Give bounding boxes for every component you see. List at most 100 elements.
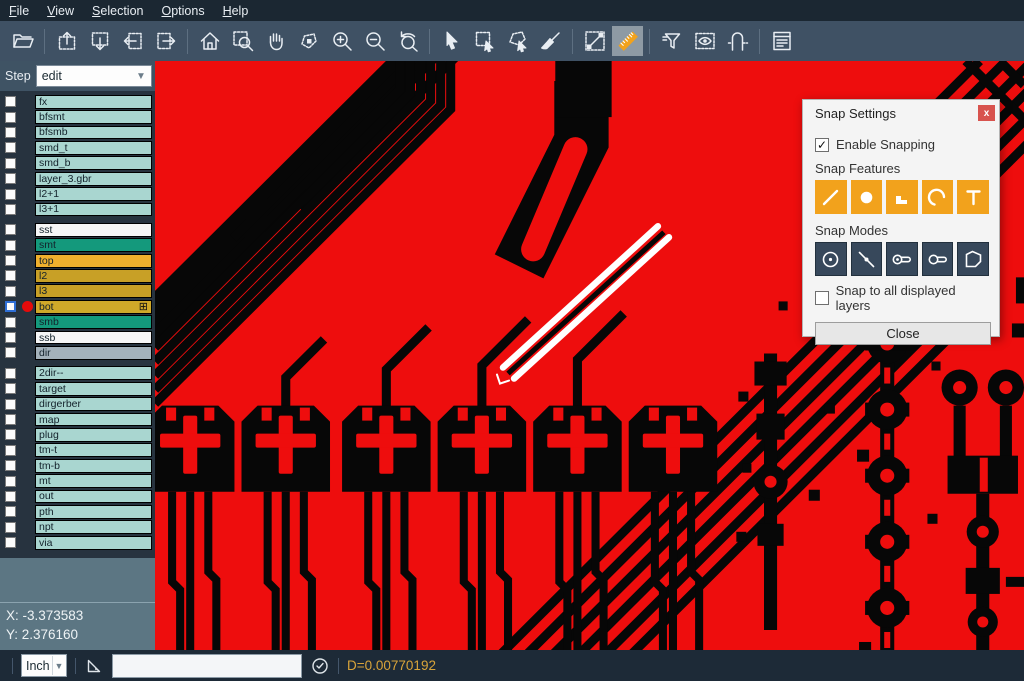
measure-ruler-button[interactable] (612, 26, 643, 56)
layer-name-bar[interactable]: mt (35, 474, 152, 488)
layer-name-bar[interactable]: smd_t (35, 141, 152, 155)
layer-visibility-checkbox[interactable] (5, 286, 16, 297)
step-select[interactable]: edit ▼ (36, 65, 152, 87)
snap-line-button[interactable] (815, 180, 847, 214)
menu-item-options[interactable]: Options (152, 2, 213, 20)
snap-surface-button[interactable] (886, 180, 918, 214)
select-polygon-button[interactable] (502, 26, 533, 56)
filter-funnel-button[interactable] (656, 26, 687, 56)
layer-name-bar[interactable]: 2dir-- (35, 366, 152, 380)
layer-visibility-checkbox[interactable] (5, 383, 16, 394)
layer-name-bar[interactable]: ssb (35, 331, 152, 345)
unit-select[interactable]: Inch ▼ (21, 654, 67, 677)
zoom-in-button[interactable] (326, 26, 357, 56)
menu-item-file[interactable]: File (0, 2, 38, 20)
layer-name-bar[interactable]: bfsmb (35, 126, 152, 140)
layer-visibility-checkbox[interactable] (5, 112, 16, 123)
layer-visibility-checkbox[interactable] (5, 429, 16, 440)
layer-visibility-checkbox[interactable] (5, 142, 16, 153)
layer-visibility-checkbox[interactable] (5, 255, 16, 266)
route-path-button[interactable] (722, 26, 753, 56)
layer-name-bar[interactable]: smd_b (35, 156, 152, 170)
layer-visibility-checkbox[interactable] (5, 506, 16, 517)
layer-name-bar[interactable]: map (35, 413, 152, 427)
layer-name-bar[interactable]: out (35, 490, 152, 504)
layer-name-bar[interactable]: top (35, 254, 152, 268)
angle-measure-icon[interactable] (84, 656, 104, 676)
layer-visibility-checkbox[interactable] (5, 460, 16, 471)
report-form-button[interactable] (766, 26, 797, 56)
select-arrow-button[interactable] (436, 26, 467, 56)
layer-name-bar[interactable]: l2+1 (35, 187, 152, 201)
layer-visibility-checkbox[interactable] (5, 240, 16, 251)
layer-visibility-checkbox[interactable] (5, 347, 16, 358)
layer-name-bar[interactable]: l3+1 (35, 203, 152, 217)
mode-online-button[interactable] (851, 242, 883, 276)
layer-visibility-checkbox[interactable] (5, 173, 16, 184)
dialog-close-icon[interactable]: x (978, 105, 995, 121)
layer-name-bar[interactable]: smt (35, 238, 152, 252)
layer-name-bar[interactable]: fx (35, 95, 152, 109)
measure-line-button[interactable] (579, 26, 610, 56)
pan-hand-button[interactable] (260, 26, 291, 56)
layer-visibility-checkbox[interactable] (5, 158, 16, 169)
select-rectangle-button[interactable] (469, 26, 500, 56)
layer-grid-icon[interactable]: ⊞ (139, 302, 148, 312)
mode-origin-button[interactable] (922, 242, 954, 276)
zoom-polygon-button[interactable] (293, 26, 324, 56)
layer-name-bar[interactable]: dirgerber (35, 397, 152, 411)
apply-check-icon[interactable] (310, 656, 330, 676)
layer-name-bar[interactable]: l3 (35, 284, 152, 298)
layer-name-bar[interactable]: via (35, 536, 152, 550)
menu-item-selection[interactable]: Selection (83, 2, 152, 20)
layer-name-bar[interactable]: npt (35, 520, 152, 534)
layer-visibility-checkbox[interactable] (5, 399, 16, 410)
mode-center-button[interactable] (815, 242, 847, 276)
mode-end-button[interactable] (886, 242, 918, 276)
snap-arc-button[interactable] (922, 180, 954, 214)
snap-text-button[interactable] (957, 180, 989, 214)
pan-right-button[interactable] (150, 26, 181, 56)
menu-item-help[interactable]: Help (214, 2, 258, 20)
layer-name-bar[interactable]: bot⊞ (35, 300, 152, 314)
layer-visibility-checkbox[interactable] (5, 522, 16, 533)
layer-visibility-checkbox[interactable] (5, 204, 16, 215)
dialog-close-button[interactable]: Close (815, 322, 991, 345)
layer-visibility-checkbox[interactable] (5, 332, 16, 343)
snap-all-layers-checkbox[interactable] (815, 291, 829, 305)
layer-visibility-checkbox[interactable] (5, 270, 16, 281)
clean-brush-button[interactable] (535, 26, 566, 56)
layer-name-bar[interactable]: bfsmt (35, 110, 152, 124)
layer-name-bar[interactable]: sst (35, 223, 152, 237)
layer-visibility-checkbox[interactable] (5, 445, 16, 456)
layer-name-bar[interactable]: plug (35, 428, 152, 442)
snap-pad-button[interactable] (851, 180, 883, 214)
dialog-title-bar[interactable]: Snap Settings x (803, 100, 999, 124)
layer-visibility-checkbox[interactable] (5, 414, 16, 425)
enable-snapping-checkbox[interactable]: ✓ (815, 138, 829, 152)
pan-down-button[interactable] (84, 26, 115, 56)
layer-name-bar[interactable]: l2 (35, 269, 152, 283)
layer-visibility-checkbox[interactable] (5, 96, 16, 107)
layer-name-bar[interactable]: tm-b (35, 459, 152, 473)
home-button[interactable] (194, 26, 225, 56)
layer-visibility-checkbox[interactable] (5, 317, 16, 328)
visibility-eye-button[interactable] (689, 26, 720, 56)
layer-name-bar[interactable]: pth (35, 505, 152, 519)
layer-name-bar[interactable]: layer_3.gbr (35, 172, 152, 186)
layer-visibility-checkbox[interactable] (5, 368, 16, 379)
zoom-previous-button[interactable] (392, 26, 423, 56)
layer-visibility-checkbox[interactable] (5, 127, 16, 138)
open-folder-button[interactable] (7, 26, 38, 56)
layer-name-bar[interactable]: tm-t (35, 443, 152, 457)
measure-value-input[interactable] (112, 654, 302, 678)
zoom-window-button[interactable] (227, 26, 258, 56)
layer-name-bar[interactable]: target (35, 382, 152, 396)
layer-name-bar[interactable]: dir (35, 346, 152, 360)
zoom-out-button[interactable] (359, 26, 390, 56)
layer-visibility-checkbox[interactable] (5, 224, 16, 235)
layer-visibility-checkbox[interactable] (5, 537, 16, 548)
mode-corner-button[interactable] (957, 242, 989, 276)
pan-up-button[interactable] (51, 26, 82, 56)
pcb-canvas-viewport[interactable]: Snap Settings x ✓ Enable Snapping Snap F… (155, 61, 1024, 650)
